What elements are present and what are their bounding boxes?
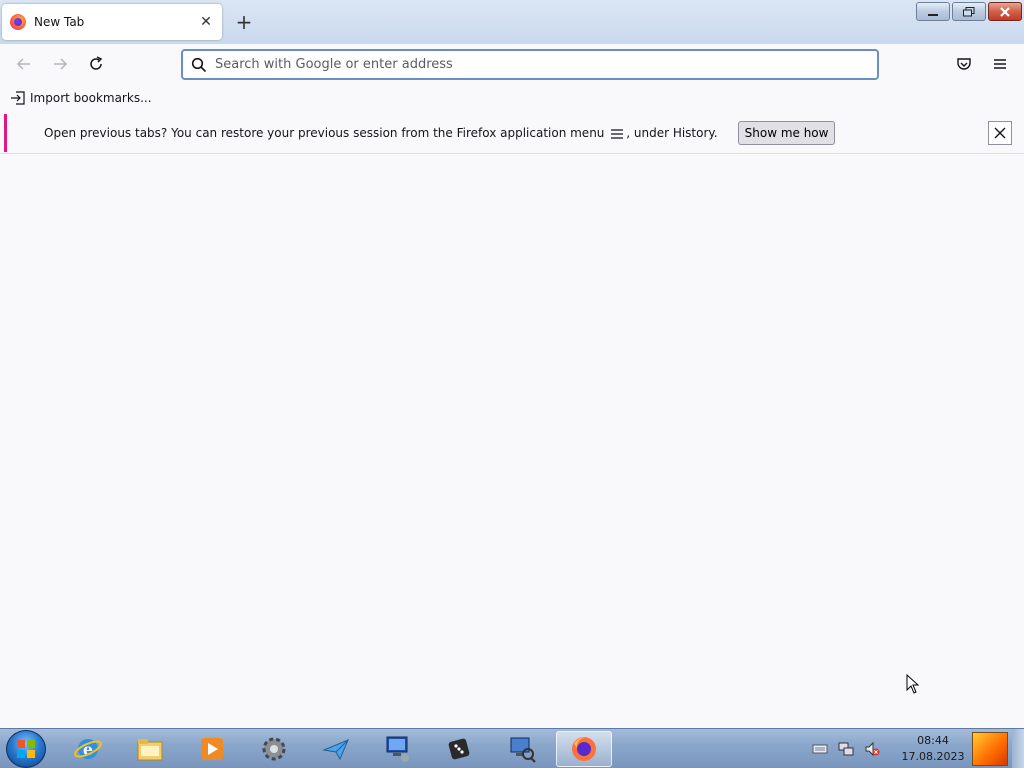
minimize-button[interactable] <box>916 2 950 21</box>
internet-explorer-icon: e <box>74 739 102 759</box>
hamburger-menu-icon <box>611 128 624 139</box>
close-icon <box>994 127 1006 139</box>
tab-close-button[interactable]: ✕ <box>194 10 218 34</box>
firefox-favicon-icon <box>10 14 26 30</box>
import-bookmarks-label: Import bookmarks... <box>30 91 152 105</box>
taskbar-mail[interactable] <box>308 731 364 767</box>
taskbar-remote-desktop[interactable] <box>370 731 426 767</box>
windows-logo-icon <box>17 740 35 758</box>
network-icon[interactable] <box>838 741 854 757</box>
reload-icon <box>90 56 103 70</box>
close-window-button[interactable] <box>988 2 1022 21</box>
tab-new-tab[interactable]: New Tab ✕ <box>2 4 222 40</box>
file-explorer-icon <box>137 739 163 761</box>
tab-title: New Tab <box>34 15 85 29</box>
dice-game-icon <box>448 738 470 760</box>
taskbar-file-explorer[interactable] <box>122 731 178 767</box>
show-desktop-button[interactable] <box>972 732 1008 766</box>
session-restore-notification: Open previous tabs? You can restore your… <box>4 114 1020 152</box>
clock-time: 08:44 <box>917 734 949 747</box>
firefox-icon <box>572 737 596 761</box>
taskbar-firefox[interactable] <box>556 731 612 767</box>
back-arrow-icon <box>16 58 30 70</box>
taskbar-system-search[interactable] <box>494 731 550 767</box>
navigation-toolbar <box>0 44 1024 84</box>
search-icon <box>191 57 207 72</box>
page-content[interactable] <box>0 154 1024 728</box>
network-computer-icon <box>386 736 409 762</box>
restore-button[interactable] <box>952 2 986 21</box>
taskbar-edge <box>1012 729 1024 768</box>
pocket-button[interactable] <box>952 52 976 76</box>
new-tab-button[interactable]: + <box>232 10 256 34</box>
taskbar-media-player[interactable] <box>184 731 240 767</box>
mouse-cursor-icon <box>906 674 920 694</box>
url-input[interactable] <box>215 52 877 77</box>
forward-arrow-icon <box>54 58 68 70</box>
computer-search-icon <box>510 737 536 763</box>
paper-plane-icon <box>322 739 349 761</box>
keyboard-icon[interactable] <box>812 742 828 756</box>
hamburger-menu-icon <box>994 59 1006 69</box>
app-menu-button[interactable] <box>988 52 1012 76</box>
back-button[interactable] <box>12 52 36 76</box>
bookmarks-toolbar: Import bookmarks... <box>0 84 1024 112</box>
taskbar-clock[interactable]: 08:44 17.08.2023 <box>898 733 968 765</box>
notification-text-before: Open previous tabs? You can restore your… <box>44 126 605 140</box>
import-bookmarks-button[interactable]: Import bookmarks... <box>10 88 152 108</box>
reload-button[interactable] <box>84 52 108 76</box>
window-controls <box>916 2 1022 21</box>
taskbar-game[interactable] <box>432 731 488 767</box>
notification-message: Open previous tabs? You can restore your… <box>44 126 718 140</box>
tab-strip: New Tab ✕ + <box>0 0 1024 44</box>
close-window-icon <box>1000 6 1010 17</box>
taskbar-settings[interactable] <box>246 731 302 767</box>
system-tray <box>812 729 880 768</box>
media-player-icon <box>201 738 223 760</box>
minimize-icon <box>928 13 938 16</box>
notification-close-button[interactable] <box>988 121 1012 145</box>
speaker-muted-icon[interactable] <box>864 741 880 757</box>
start-button[interactable] <box>6 730 46 768</box>
import-icon <box>11 91 25 105</box>
restore-icon <box>963 6 975 16</box>
url-bar[interactable] <box>181 49 879 80</box>
taskbar: e 08:44 17.08.2023 <box>0 728 1024 768</box>
notification-text-after: , under History. <box>626 126 718 140</box>
show-me-how-button[interactable]: Show me how <box>737 121 836 145</box>
forward-button[interactable] <box>48 52 72 76</box>
settings-gear-icon <box>262 737 286 761</box>
pocket-icon <box>957 58 971 70</box>
clock-date: 17.08.2023 <box>901 750 965 763</box>
taskbar-internet-explorer[interactable]: e <box>60 731 116 767</box>
